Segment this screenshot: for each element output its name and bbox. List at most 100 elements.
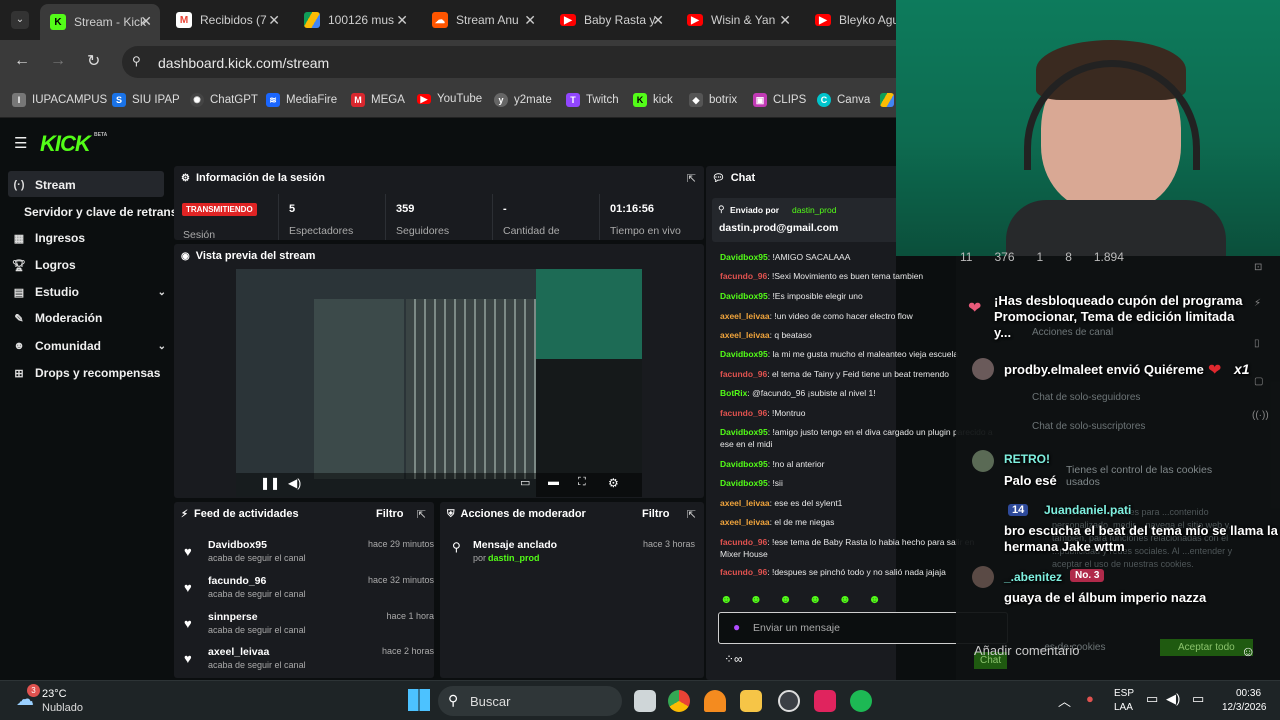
- bookmark-chatgpt[interactable]: ✺ ChatGPT: [190, 93, 258, 107]
- weather-temp[interactable]: 23°C: [42, 688, 67, 700]
- chat-username[interactable]: axeel_leivaa: [720, 517, 770, 527]
- bookmark-twitch[interactable]: T Twitch: [566, 93, 619, 107]
- chat-settings-icon[interactable]: ⁘∞: [724, 652, 743, 666]
- mod-filter-button[interactable]: Filtro: [642, 508, 670, 520]
- emote-icon[interactable]: ☻: [779, 592, 792, 608]
- chat-username[interactable]: Davidbox95: [720, 427, 768, 437]
- reload-icon[interactable]: ↻: [87, 51, 100, 71]
- tiktok-icon[interactable]: [814, 690, 836, 712]
- stream-preview-video[interactable]: ❚❚ ◀) ▭ ▬ ⛶ ⚙: [236, 269, 642, 497]
- volume-icon[interactable]: ◀): [288, 476, 301, 490]
- chat-username[interactable]: Davidbox95: [720, 459, 768, 469]
- popout-icon[interactable]: ⇱: [687, 172, 696, 185]
- site-info-icon[interactable]: ⚲: [132, 54, 141, 68]
- feed-user[interactable]: sinnperse: [208, 611, 258, 623]
- sidebar-item-server-key[interactable]: Servidor y clave de retransm: [24, 205, 174, 219]
- sidebar-item-ingresos[interactable]: ▦ Ingresos: [12, 231, 172, 245]
- forward-icon[interactable]: →: [50, 52, 66, 70]
- sidebar-item-stream[interactable]: (·) Stream: [12, 178, 172, 192]
- feed-user[interactable]: Davidbox95: [208, 539, 267, 551]
- pinned-message[interactable]: ⚲ Enviado por dastin_prod dastin.prod@gm…: [712, 198, 896, 242]
- mod-action-user[interactable]: dastin_prod: [488, 553, 540, 563]
- back-icon[interactable]: ←: [14, 52, 30, 70]
- clock-time[interactable]: 00:36: [1236, 688, 1261, 699]
- chat-username[interactable]: Davidbox95: [720, 252, 768, 262]
- tab-stream-kick[interactable]: K Stream - Kick ✕: [40, 4, 160, 40]
- chat-username[interactable]: axeel_leivaa: [720, 311, 770, 321]
- kick-logo[interactable]: KICK: [40, 131, 91, 157]
- lang-1[interactable]: ESP: [1114, 688, 1134, 699]
- sidebar-item-estudio[interactable]: ▤ Estudio ⌄: [12, 285, 172, 299]
- emote-icon[interactable]: ☻: [839, 592, 852, 608]
- chat-username[interactable]: axeel_leivaa: [720, 330, 770, 340]
- chrome-icon[interactable]: [668, 690, 690, 712]
- chat-username[interactable]: facundo_96: [720, 369, 767, 379]
- popout-icon[interactable]: ⇱: [417, 508, 426, 521]
- taskbar-search[interactable]: ⚲ Buscar: [438, 686, 622, 716]
- mic-icon[interactable]: ●: [733, 620, 740, 634]
- chat-username[interactable]: facundo_96: [720, 537, 767, 547]
- file-explorer-icon[interactable]: [740, 690, 762, 712]
- task-view-icon[interactable]: [634, 690, 656, 712]
- bookmark-y2mate[interactable]: y y2mate: [494, 93, 552, 107]
- emote-icon[interactable]: ☻: [720, 592, 733, 608]
- chat-username[interactable]: axeel_leivaa: [720, 498, 770, 508]
- mic-tray-icon[interactable]: ●: [1086, 691, 1094, 706]
- network-icon[interactable]: ▭: [1146, 691, 1158, 707]
- chat-username[interactable]: Davidbox95: [720, 349, 768, 359]
- close-icon[interactable]: ✕: [779, 12, 791, 29]
- feed-user[interactable]: facundo_96: [208, 575, 266, 587]
- bookmark-youtube[interactable]: ▶ YouTube: [417, 93, 482, 105]
- emote-icon[interactable]: ☻: [809, 592, 822, 608]
- spotify-icon[interactable]: [850, 690, 872, 712]
- pinned-user[interactable]: dastin_prod: [792, 205, 836, 215]
- windows-start-icon[interactable]: [408, 689, 430, 711]
- battery-icon[interactable]: ▭: [1192, 691, 1204, 707]
- sidebar-item-moderacion[interactable]: ✎ Moderación: [12, 311, 172, 325]
- bookmark-clips[interactable]: ▣ CLIPS: [753, 93, 806, 107]
- chat-username[interactable]: BotRix: [720, 388, 747, 398]
- bookmark-mediafire[interactable]: ≋ MediaFire: [266, 93, 337, 107]
- tab-gmail[interactable]: M Recibidos (7 ✕: [176, 8, 280, 32]
- feed-filter-button[interactable]: Filtro: [376, 508, 404, 520]
- theater-icon[interactable]: ▬: [548, 476, 559, 488]
- fullscreen-icon[interactable]: ⛶: [578, 476, 586, 489]
- bookmark-mega[interactable]: M MEGA: [351, 93, 405, 107]
- tab-search-button[interactable]: ⌄: [11, 11, 29, 29]
- tray-chevron-icon[interactable]: ︿: [1058, 691, 1071, 710]
- close-icon[interactable]: ✕: [396, 12, 408, 29]
- volume-tray-icon[interactable]: ◀): [1166, 691, 1180, 707]
- pip-icon[interactable]: ▭: [520, 476, 530, 489]
- bookmark-canva[interactable]: C Canva: [817, 93, 870, 107]
- pause-icon[interactable]: ❚❚: [260, 476, 280, 490]
- feed-user[interactable]: axeel_leivaa: [208, 646, 269, 658]
- obs-icon[interactable]: [778, 690, 800, 712]
- close-icon[interactable]: ✕: [524, 12, 536, 29]
- overlay-emoji-icon[interactable]: ☺: [1241, 643, 1255, 659]
- emote-icon[interactable]: ☻: [750, 592, 763, 608]
- bookmark-kick[interactable]: Kkick: [633, 93, 673, 107]
- close-icon[interactable]: ✕: [268, 12, 280, 29]
- chat-username[interactable]: facundo_96: [720, 567, 767, 577]
- tab-drive[interactable]: 100126 mus ✕: [304, 8, 408, 32]
- bookmark-siu-ipap[interactable]: S SIU IPAP: [112, 93, 180, 107]
- bookmark-botrix[interactable]: ◆ botrix: [689, 93, 737, 107]
- chat-username[interactable]: facundo_96: [720, 271, 767, 281]
- tab-youtube-1[interactable]: ▶ Baby Rasta y ✕: [560, 8, 664, 32]
- chat-username[interactable]: facundo_96: [720, 408, 767, 418]
- hamburger-menu-icon[interactable]: ☰: [14, 134, 27, 152]
- popout-icon[interactable]: ⇱: [687, 508, 696, 521]
- bookmark-iupacampus[interactable]: I IUPACAMPUS: [12, 93, 107, 107]
- emote-icon[interactable]: ☻: [868, 592, 881, 608]
- sidebar-item-logros[interactable]: 🏆︎ Logros: [12, 258, 172, 272]
- tab-youtube-2[interactable]: ▶ Wisin & Yan ✕: [687, 8, 791, 32]
- settings-icon[interactable]: ⚙: [608, 476, 619, 490]
- close-icon[interactable]: ✕: [652, 12, 664, 29]
- sidebar-item-drops[interactable]: ⊞ Drops y recompensas: [12, 366, 172, 380]
- overlay-comment-input[interactable]: Añadir comentario: [974, 643, 1080, 658]
- chat-username[interactable]: Davidbox95: [720, 478, 768, 488]
- close-icon[interactable]: ✕: [140, 13, 152, 30]
- tab-soundcloud[interactable]: ☁ Stream Anu ✕: [432, 8, 536, 32]
- chat-username[interactable]: Davidbox95: [720, 291, 768, 301]
- tab-youtube-3[interactable]: ▶ Bleyko Agui: [815, 8, 896, 32]
